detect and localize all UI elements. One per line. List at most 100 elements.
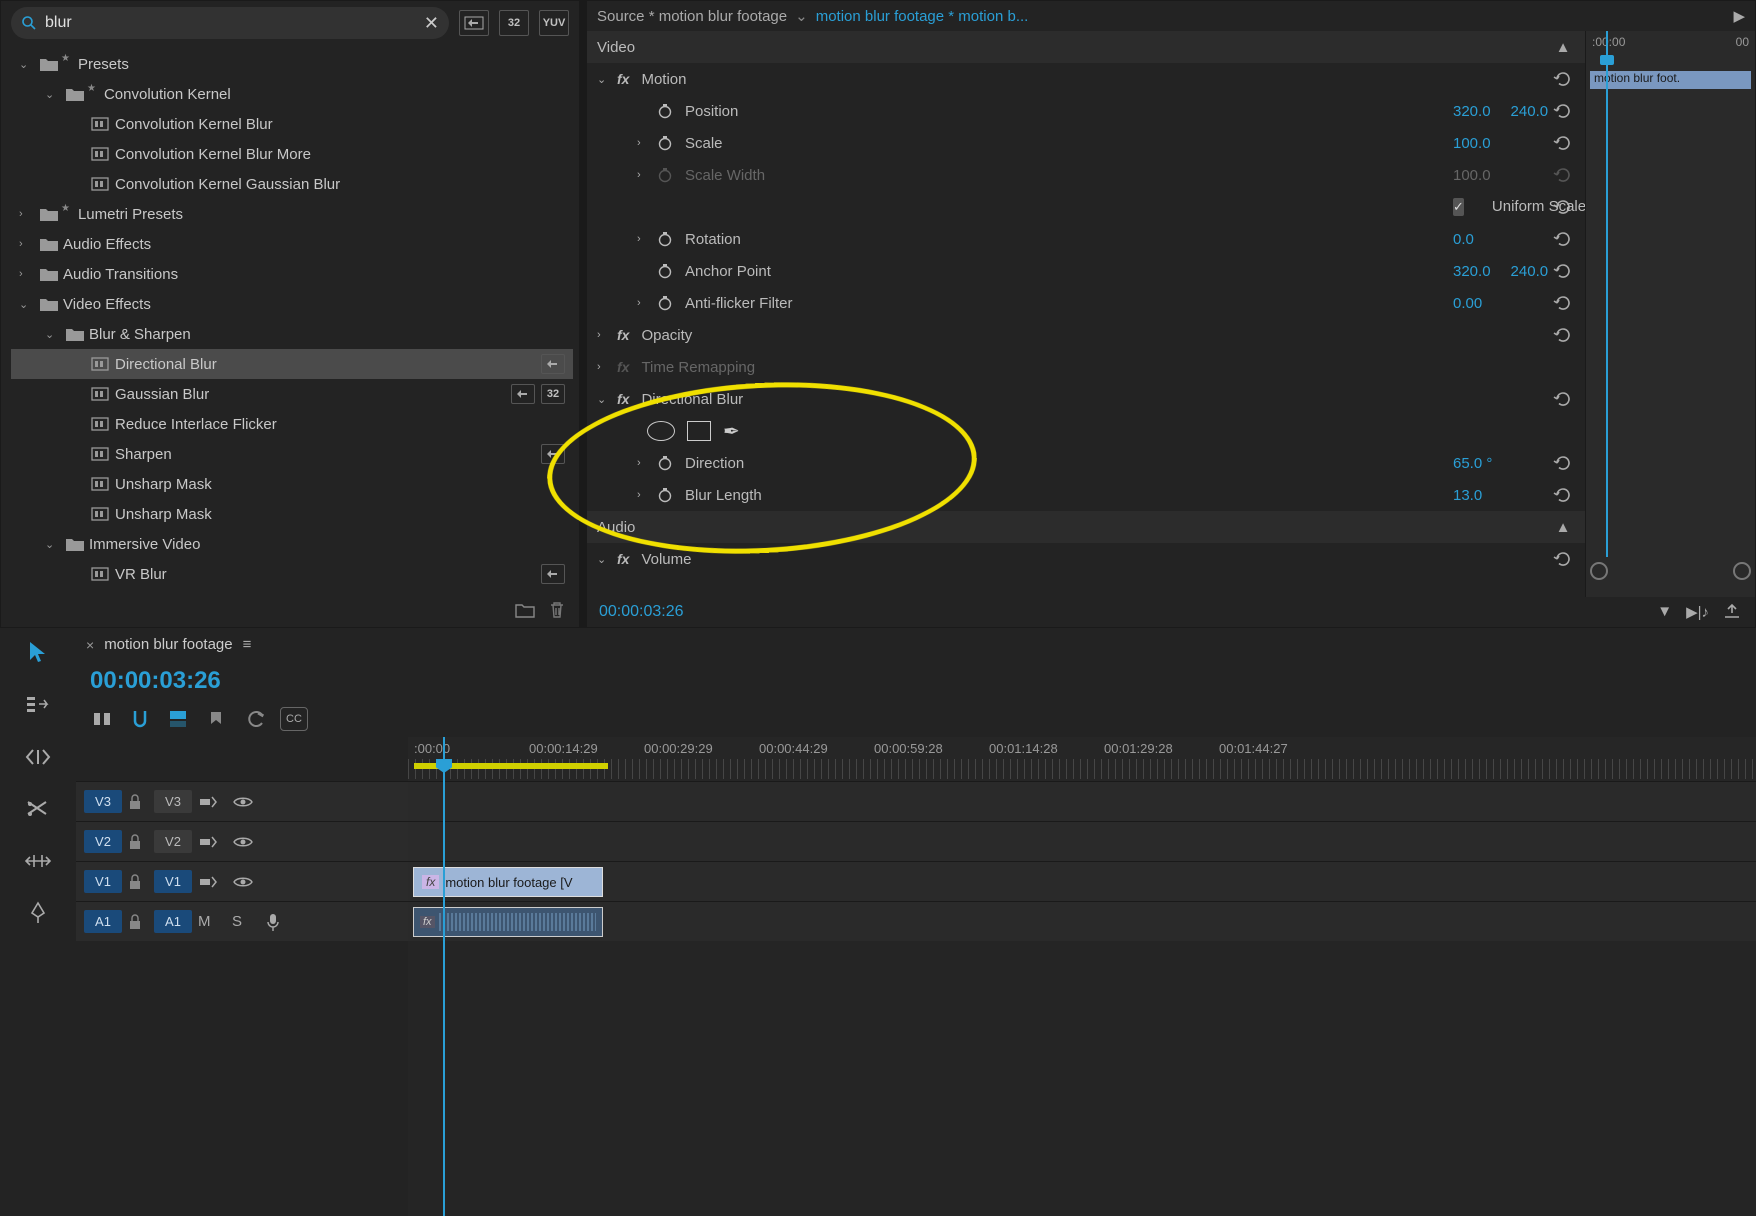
captions-icon[interactable]: CC — [280, 707, 308, 731]
effects-search-input[interactable] — [45, 14, 416, 32]
rect-mask-icon[interactable] — [687, 421, 711, 441]
stopwatch-icon[interactable] — [657, 135, 673, 151]
play-icon[interactable]: ▶ — [1733, 7, 1745, 25]
mini-playhead[interactable] — [1606, 31, 1608, 557]
reset-icon[interactable] — [1553, 326, 1573, 344]
effects-tree-item[interactable]: VR Blur — [11, 559, 573, 589]
dropdown-chevron-icon[interactable]: ⌄ — [795, 7, 808, 25]
expander-icon[interactable]: › — [637, 169, 651, 181]
effects-tree-item[interactable]: ⌄Video Effects — [11, 289, 573, 319]
effect-controls-time[interactable]: 00:00:03:26 — [587, 597, 696, 627]
property-value[interactable]: 65.0 ° — [1453, 455, 1492, 472]
expander-icon[interactable]: ⌄ — [597, 553, 611, 566]
reset-icon[interactable] — [1553, 230, 1573, 248]
fx-badge-icon[interactable] — [617, 391, 629, 407]
property-value[interactable]: 100.0 — [1453, 135, 1491, 152]
slip-tool[interactable] — [20, 846, 56, 876]
eye-icon[interactable] — [232, 835, 260, 849]
expander-icon[interactable]: › — [637, 489, 651, 501]
effects-search-box[interactable]: ✕ — [11, 7, 449, 39]
uniform-scale-checkbox[interactable]: ✓ — [1453, 198, 1464, 216]
ellipse-mask-icon[interactable] — [647, 421, 675, 441]
property-value[interactable]: 320.0 — [1453, 263, 1491, 280]
track-output-icon[interactable] — [198, 875, 226, 889]
expander-icon[interactable]: ⌄ — [19, 298, 33, 311]
linked-selection-icon[interactable] — [166, 707, 190, 731]
fx-badge-icon[interactable] — [617, 359, 629, 375]
property-value[interactable]: 0.0 — [1453, 231, 1474, 248]
effects-tree-item[interactable]: Unsharp Mask — [11, 469, 573, 499]
track-select-tool[interactable] — [20, 690, 56, 720]
collapse-icon[interactable]: ▲ — [1556, 39, 1571, 56]
ripple-edit-tool[interactable] — [20, 742, 56, 772]
timeline-playhead[interactable] — [443, 737, 445, 1216]
marker-icon[interactable] — [204, 707, 228, 731]
accelerated-badge-filter[interactable] — [459, 10, 489, 36]
property-value[interactable]: 100.0 — [1453, 167, 1491, 184]
video-clip[interactable]: fxmotion blur footage [V — [413, 867, 603, 897]
property-value[interactable]: 13.0 — [1453, 487, 1482, 504]
audio-clip[interactable]: fx — [413, 907, 603, 937]
expander-icon[interactable]: ⌄ — [45, 88, 59, 101]
track-output-icon[interactable] — [198, 835, 226, 849]
reset-icon[interactable] — [1553, 390, 1573, 408]
clear-search-icon[interactable]: ✕ — [424, 13, 439, 34]
track-target-button[interactable]: V1 — [84, 870, 122, 893]
effects-tree-item[interactable]: Convolution Kernel Gaussian Blur — [11, 169, 573, 199]
fx-badge-icon[interactable] — [617, 71, 629, 87]
stopwatch-icon[interactable] — [657, 167, 673, 183]
voiceover-icon[interactable] — [266, 912, 294, 932]
property-value[interactable]: 0.00 — [1453, 295, 1482, 312]
expander-icon[interactable]: › — [19, 238, 33, 250]
effects-tree-item[interactable]: Convolution Kernel Blur More — [11, 139, 573, 169]
track-source-button[interactable]: V2 — [154, 830, 192, 853]
close-sequence-icon[interactable]: × — [86, 637, 94, 653]
effects-tree-item[interactable]: ›Audio Effects — [11, 229, 573, 259]
stopwatch-icon[interactable] — [657, 295, 673, 311]
collapse-icon[interactable]: ▲ — [1556, 519, 1571, 536]
fx-badge-icon[interactable] — [617, 551, 629, 567]
property-value[interactable]: 240.0 — [1511, 103, 1549, 120]
effects-tree-item[interactable]: ⌄Blur & Sharpen — [11, 319, 573, 349]
fx-badge-icon[interactable] — [617, 327, 629, 343]
lock-icon[interactable] — [128, 914, 148, 930]
track-target-button[interactable]: V2 — [84, 830, 122, 853]
effects-tree-item[interactable]: Unsharp Mask — [11, 499, 573, 529]
reset-icon[interactable] — [1553, 70, 1573, 88]
effect-group-label[interactable]: Directional Blur — [641, 391, 743, 408]
sequence-tab-name[interactable]: motion blur footage — [104, 636, 232, 653]
track-lane[interactable] — [408, 781, 1756, 821]
delete-icon[interactable] — [549, 601, 565, 619]
sequence-menu-icon[interactable]: ≡ — [243, 636, 252, 653]
expander-icon[interactable]: › — [637, 137, 651, 149]
expander-icon[interactable]: › — [637, 233, 651, 245]
stopwatch-icon[interactable] — [657, 103, 673, 119]
effects-tree-item[interactable]: Convolution Kernel Blur — [11, 109, 573, 139]
razor-tool[interactable] — [20, 794, 56, 824]
stopwatch-icon[interactable] — [657, 263, 673, 279]
effect-group-label[interactable]: Time Remapping — [641, 359, 755, 376]
expander-icon[interactable]: › — [19, 208, 33, 220]
effect-controls-mini-timeline[interactable]: :00:00 00 motion blur foot. — [1585, 31, 1755, 597]
32bit-badge-filter[interactable]: 32 — [499, 10, 529, 36]
lock-icon[interactable] — [128, 794, 148, 810]
reset-icon[interactable] — [1553, 134, 1573, 152]
effects-tree-item[interactable]: ›★Lumetri Presets — [11, 199, 573, 229]
pen-tool[interactable] — [20, 898, 56, 928]
expander-icon[interactable]: › — [19, 268, 33, 280]
eye-icon[interactable] — [232, 875, 260, 889]
skip-icon[interactable]: ▶|♪ — [1686, 603, 1709, 621]
track-source-button[interactable]: A1 — [154, 910, 192, 933]
pen-mask-icon[interactable]: ✒ — [723, 419, 740, 444]
stopwatch-icon[interactable] — [657, 487, 673, 503]
reset-icon[interactable] — [1553, 262, 1573, 280]
solo-button[interactable]: S — [232, 913, 260, 930]
expander-icon[interactable]: › — [597, 329, 611, 341]
stopwatch-icon[interactable] — [657, 231, 673, 247]
effects-tree-item[interactable]: Reduce Interlace Flicker — [11, 409, 573, 439]
expander-icon[interactable]: ⌄ — [597, 73, 611, 86]
expander-icon[interactable]: › — [597, 361, 611, 373]
mute-button[interactable]: M — [198, 913, 226, 930]
reset-icon[interactable] — [1553, 294, 1573, 312]
property-value[interactable]: 240.0 — [1511, 263, 1549, 280]
